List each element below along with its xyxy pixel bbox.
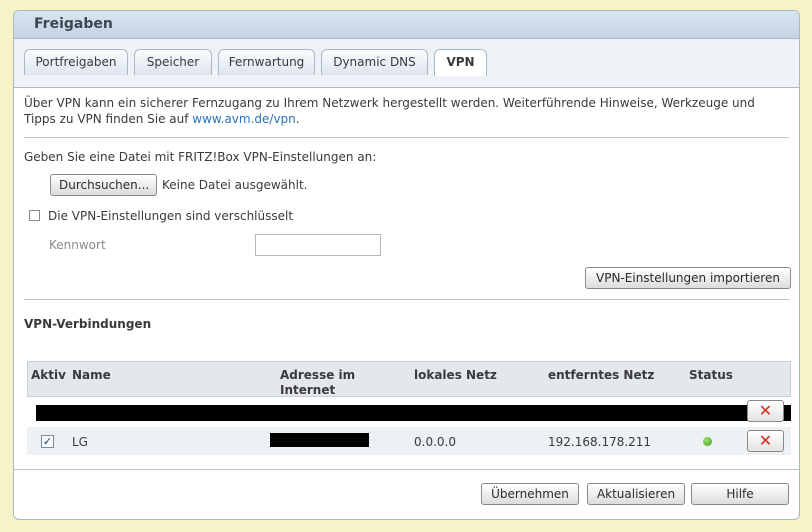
intro-body: Über VPN kann ein sicherer Fernzugang zu…: [24, 96, 755, 126]
col-name: Name: [72, 368, 111, 382]
file-prompt: Geben Sie eine Datei mit FRITZ!Box VPN-E…: [24, 150, 377, 164]
table-row: ✕: [27, 397, 791, 427]
col-status: Status: [689, 368, 733, 382]
delete-button[interactable]: ✕: [747, 430, 784, 452]
import-vpn-settings-button[interactable]: VPN-Einstellungen importieren: [585, 267, 791, 289]
connection-name: LG: [72, 435, 88, 449]
connections-table-header: Aktiv Name Adresse im Internet lokales N…: [27, 361, 791, 397]
tab-bar: Portfreigaben Speicher Fernwartung Dynam…: [14, 39, 799, 88]
divider: [24, 299, 789, 300]
delete-icon: ✕: [758, 431, 773, 450]
encrypted-checkbox[interactable]: [29, 210, 40, 221]
redacted-block: [36, 405, 791, 421]
tab-portfreigaben[interactable]: Portfreigaben: [24, 49, 128, 75]
tab-dynamic-dns[interactable]: Dynamic DNS: [321, 49, 428, 75]
shares-panel: Freigaben Portfreigaben Speicher Fernwar…: [13, 10, 800, 520]
status-ok-icon: [703, 437, 712, 446]
panel-title: Freigaben: [34, 16, 113, 32]
password-label: Kennwort: [49, 238, 106, 252]
redacted-address: [270, 433, 369, 447]
col-local-net: lokales Netz: [414, 368, 497, 382]
apply-button[interactable]: Übernehmen: [481, 483, 579, 505]
intro-suffix: .: [295, 112, 300, 126]
avm-vpn-link[interactable]: www.avm.de/vpn: [192, 112, 295, 126]
browse-button[interactable]: Durchsuchen...: [50, 174, 157, 196]
local-net-value: 0.0.0.0: [414, 435, 456, 449]
col-address: Adresse im Internet: [280, 368, 356, 397]
refresh-button[interactable]: Aktualisieren: [587, 483, 685, 505]
help-button[interactable]: Hilfe: [691, 483, 789, 505]
password-input[interactable]: [255, 234, 381, 256]
table-row: ✓ LG 0.0.0.0 192.168.178.211 ✕: [27, 427, 791, 455]
tab-speicher[interactable]: Speicher: [134, 49, 212, 75]
remote-net-value: 192.168.178.211: [548, 435, 652, 449]
col-remote-net: entferntes Netz: [548, 368, 655, 382]
footer-divider: [14, 469, 799, 470]
intro-text: Über VPN kann ein sicherer Fernzugang zu…: [24, 95, 789, 127]
active-checkbox[interactable]: ✓: [41, 435, 54, 448]
tab-vpn[interactable]: VPN: [434, 49, 487, 76]
no-file-text: Keine Datei ausgewählt.: [162, 178, 308, 192]
delete-button[interactable]: ✕: [747, 400, 784, 422]
delete-icon: ✕: [758, 401, 773, 420]
encrypted-label: Die VPN-Einstellungen sind verschlüsselt: [48, 209, 294, 223]
divider: [24, 137, 789, 138]
tab-fernwartung[interactable]: Fernwartung: [218, 49, 315, 75]
col-active: Aktiv: [31, 368, 66, 382]
connections-title: VPN-Verbindungen: [24, 317, 152, 331]
panel-header: Freigaben: [14, 11, 799, 39]
